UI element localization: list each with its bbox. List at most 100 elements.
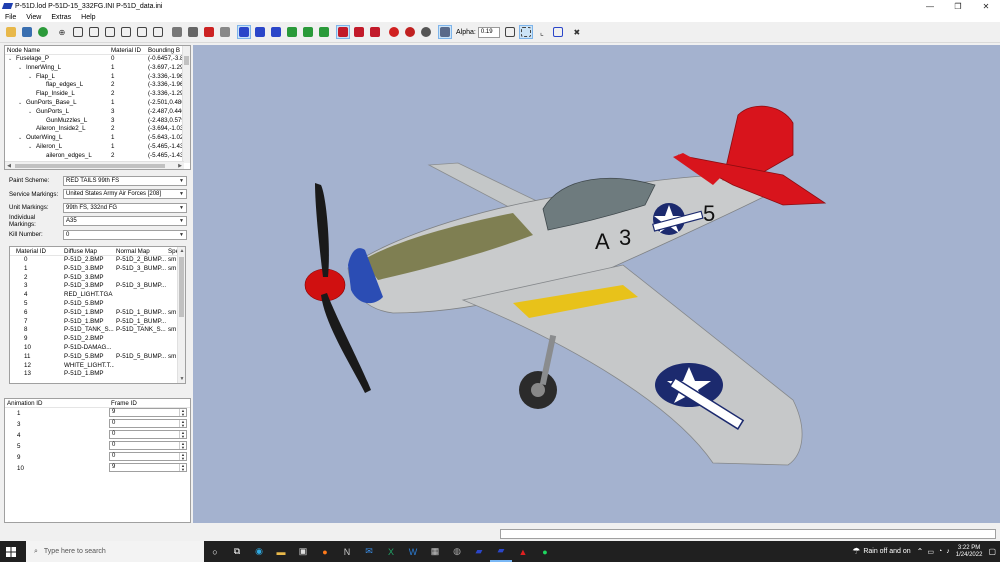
light2-icon[interactable]	[403, 25, 417, 39]
spotify-icon[interactable]: ●	[534, 541, 556, 562]
materials-vscroll[interactable]: ▲ ▼	[177, 247, 185, 383]
header-diffuse-map[interactable]: Diffuse Map	[62, 247, 114, 255]
network-icon[interactable]: ◔	[938, 548, 942, 555]
tree-toggle-icon[interactable]: ⌄	[28, 73, 36, 82]
material-row[interactable]: 10 P-51D-DAMAG...	[10, 344, 185, 353]
green-mode3-icon[interactable]	[317, 25, 331, 39]
notifications-icon[interactable]: ▢	[988, 547, 996, 556]
tree-row[interactable]: GunMuzzles_L 3 (-2.483,0.579	[5, 117, 190, 126]
spinner-arrows-icon[interactable]: ▲ ▼	[179, 409, 186, 416]
spinner-arrows-icon[interactable]: ▲ ▼	[179, 431, 186, 438]
frame-id-spinner[interactable]: 0 ▲ ▼	[109, 430, 187, 439]
zoom-fit-icon[interactable]: ⊕	[55, 25, 69, 39]
tree-toggle-icon[interactable]: ⌄	[28, 143, 36, 152]
open-folder-icon[interactable]	[4, 25, 18, 39]
3d-viewport[interactable]: A 3 5	[193, 45, 1000, 523]
view-box4-icon[interactable]	[119, 25, 133, 39]
header-material-id[interactable]: Material ID	[109, 46, 146, 54]
minimize-button[interactable]: —	[916, 0, 944, 12]
header-normal-map[interactable]: Normal Map	[114, 247, 166, 255]
save-icon[interactable]	[20, 25, 34, 39]
red-mode2-icon[interactable]	[352, 25, 366, 39]
material-row[interactable]: 4 RED_LIGHT.TGA	[10, 291, 185, 300]
file-explorer-icon[interactable]: ▬	[270, 541, 292, 562]
tree-row[interactable]: ⌄ OuterWing_L 1 (-5.643,-1.02	[5, 134, 190, 143]
spinner-arrows-icon[interactable]: ▲ ▼	[179, 464, 186, 471]
tree-toggle-icon[interactable]: ⌄	[28, 108, 36, 117]
menu-view[interactable]: View	[21, 14, 46, 21]
material-row[interactable]: 6 P-51D_1.BMP P-51D_1_BUMP.... sm	[10, 309, 185, 318]
view-box3-icon[interactable]	[103, 25, 117, 39]
tree-row[interactable]: ⌄ Fuselage_P 0 (-0.6457,-3.8	[5, 55, 190, 64]
material-row[interactable]: 13 P-51D_1.BMP	[10, 370, 185, 379]
view-box2-icon[interactable]	[87, 25, 101, 39]
battery-icon[interactable]: ▭	[927, 548, 934, 556]
task-view-icon[interactable]: ⧉	[226, 541, 248, 562]
menu-extras[interactable]: Extras	[46, 14, 76, 21]
green-mode1-icon[interactable]	[285, 25, 299, 39]
spinner-arrows-icon[interactable]: ▲ ▼	[179, 420, 186, 427]
blue-mode3-icon[interactable]	[269, 25, 283, 39]
spinner-arrows-icon[interactable]: ▲ ▼	[179, 453, 186, 460]
tree-row[interactable]: ⌄ InnerWing_L 1 (-3.697,-1.29	[5, 64, 190, 73]
tree-row[interactable]: aileron_edges_L 2 (-5.465,-1.43	[5, 152, 190, 161]
store-icon[interactable]: ▣	[292, 541, 314, 562]
header-frame-id[interactable]: Frame ID	[109, 399, 179, 407]
word-icon[interactable]: W	[402, 541, 424, 562]
tree-row[interactable]: ⌄ GunPorts_L 3 (-2.487,0.446	[5, 108, 190, 117]
view-box5-icon[interactable]	[135, 25, 149, 39]
frame-id-spinner[interactable]: 9 ▲ ▼	[109, 463, 187, 472]
volume-icon[interactable]: ♪	[946, 548, 950, 555]
alpha-mode-icon[interactable]	[438, 25, 452, 39]
material-row[interactable]: 9 P-51D_2.BMP	[10, 335, 185, 344]
solid-red-icon[interactable]	[202, 25, 216, 39]
calculator-icon[interactable]: ▦	[424, 541, 446, 562]
property-combo[interactable]: 0 ▼	[63, 229, 187, 240]
view-box1-icon[interactable]	[71, 25, 85, 39]
tree-row[interactable]: ⌄ Aileron_L 1 (-5.465,-1.43	[5, 143, 190, 152]
red-mode3-icon[interactable]	[368, 25, 382, 39]
material-row[interactable]: 3 P-51D_3.BMP P-51D_3_BUMP....	[10, 282, 185, 291]
lod-viewer-active-icon[interactable]: ▰	[490, 541, 512, 562]
blue-mode1-icon[interactable]	[237, 25, 251, 39]
animation-row[interactable]: 5 0 ▲ ▼	[5, 441, 190, 452]
animation-row[interactable]: 10 9 ▲ ▼	[5, 463, 190, 474]
close-button[interactable]: ✕	[972, 0, 1000, 12]
animation-row[interactable]: 3 0 ▲ ▼	[5, 419, 190, 430]
frame-id-spinner[interactable]: 0 ▲ ▼	[109, 452, 187, 461]
view-box6-icon[interactable]	[151, 25, 165, 39]
clock[interactable]: 3:22 PM 1/24/2022	[956, 545, 983, 559]
tree-toggle-icon[interactable]: ⌄	[18, 64, 26, 73]
solid-gray3-icon[interactable]	[218, 25, 232, 39]
spinner-arrows-icon[interactable]: ▲ ▼	[179, 442, 186, 449]
tree-hscroll[interactable]: ◀ ▶	[5, 161, 184, 169]
settings-tools-icon[interactable]: ✖	[570, 25, 584, 39]
weather-icon[interactable]: ☂	[852, 546, 860, 557]
tree-row[interactable]: ⌄ Flap_L 1 (-3.336,-1.96	[5, 73, 190, 82]
maximize-button[interactable]: ❐	[944, 0, 972, 12]
acrobat-icon[interactable]: ▲	[512, 541, 534, 562]
tree-row[interactable]: flap_edges_L 2 (-3.336,-1.96	[5, 81, 190, 90]
blue-mode2-icon[interactable]	[253, 25, 267, 39]
property-combo[interactable]: RED TAILS 99th FS ▼	[63, 175, 187, 186]
solid-gray1-icon[interactable]	[170, 25, 184, 39]
frame-id-spinner[interactable]: 0 ▲ ▼	[109, 419, 187, 428]
firefox-icon[interactable]: ●	[314, 541, 336, 562]
animation-row[interactable]: 4 0 ▲ ▼	[5, 430, 190, 441]
material-row[interactable]: 7 P-51D_1.BMP P-51D_1_BUMP....	[10, 318, 185, 327]
tree-row[interactable]: ⌄ GunPorts_Base_L 1 (-2.501,0.480	[5, 99, 190, 108]
header-bounding[interactable]: Bounding B	[146, 46, 184, 54]
mail-icon[interactable]: ✉	[358, 541, 380, 562]
bounding-box-icon[interactable]	[503, 25, 517, 39]
header-node-name[interactable]: Node Name	[5, 46, 109, 54]
lod-viewer-icon[interactable]: ▰	[468, 541, 490, 562]
material-row[interactable]: 2 P-51D_3.BMP	[10, 274, 185, 283]
app-globe-icon[interactable]: ◍	[446, 541, 468, 562]
green-mode2-icon[interactable]	[301, 25, 315, 39]
frame-id-spinner[interactable]: 0 ▲ ▼	[109, 441, 187, 450]
axes-icon[interactable]: ⌞	[535, 25, 549, 39]
cube-icon[interactable]	[551, 25, 565, 39]
header-material-id[interactable]: Material ID	[10, 247, 62, 255]
property-combo[interactable]: 99th FS, 332nd FG ▼	[63, 202, 187, 213]
weather-text[interactable]: Rain off and on	[863, 548, 910, 555]
